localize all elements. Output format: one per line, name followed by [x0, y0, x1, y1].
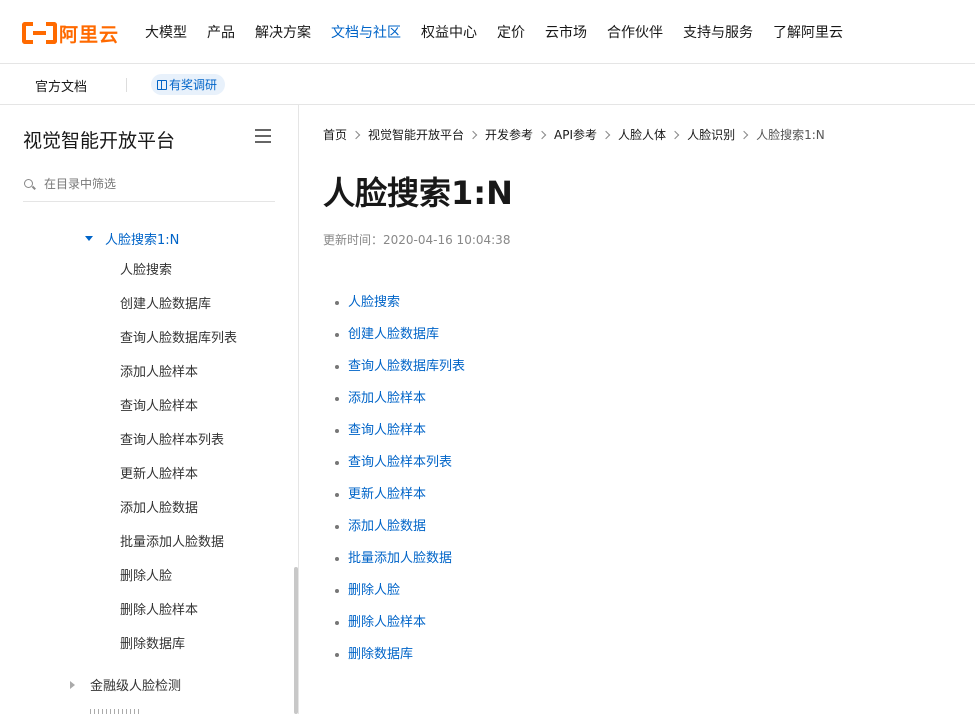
sidebar-item-label: 金融级人脸检测: [90, 679, 182, 694]
filter-input[interactable]: [44, 174, 264, 194]
nav-item[interactable]: 文档与社区: [331, 22, 401, 42]
api-link[interactable]: 人脸搜索: [334, 287, 465, 319]
breadcrumb-link[interactable]: 人脸人体: [618, 126, 666, 143]
api-link[interactable]: 查询人脸样本列表: [334, 447, 465, 479]
logo-text: 阿里云: [59, 23, 120, 46]
sidebar: 视觉智能开放平台 人脸搜索1:N 人脸搜索创建人脸数据库查询人脸数据库列表添加人…: [0, 105, 299, 714]
sidebar-item[interactable]: 添加人脸数据: [120, 492, 237, 526]
breadcrumb-link: 人脸搜索1:N: [756, 128, 825, 142]
api-link[interactable]: 添加人脸样本: [334, 383, 465, 415]
sidebar-item[interactable]: 添加人脸样本: [120, 356, 237, 390]
nav-item[interactable]: 权益中心: [421, 22, 477, 42]
nav-item[interactable]: 产品: [207, 22, 235, 42]
main-menu: 大模型 产品 解决方案 文档与社区 权益中心 定价 云市场 合作伙伴 支持与服务 了解阿里云: [145, 0, 863, 64]
directory-filter: [23, 171, 275, 202]
api-link[interactable]: 更新人脸样本: [334, 479, 465, 511]
chevron-right-icon: [537, 130, 547, 139]
caret-right-icon[interactable]: [70, 680, 75, 689]
sidebar-item[interactable]: 更新人脸样本: [120, 458, 237, 492]
page-title: 人脸搜索1:N: [323, 174, 513, 212]
aliyun-logo[interactable]: 阿里云: [22, 21, 120, 46]
aliyun-logo-icon: [22, 22, 57, 44]
hamburger-icon[interactable]: [255, 129, 271, 143]
chevron-right-icon: [351, 130, 361, 139]
top-navigation: 阿里云 大模型 产品 解决方案 文档与社区 权益中心 定价 云市场 合作伙伴 支持与服务 了解阿里…: [0, 0, 975, 64]
api-link-list: 人脸搜索 创建人脸数据库 查询人脸数据库列表 添加人脸样本 查询人脸样本 查询人脸样本列表…: [334, 287, 465, 671]
api-link[interactable]: 查询人脸样本: [334, 415, 465, 447]
sidebar-item[interactable]: 创建人脸数据库: [120, 288, 237, 322]
breadcrumb: 首页 视觉智能开放平台 开发参考 API参考 人脸人体 人脸识别 人脸搜索1:N: [323, 126, 825, 143]
nav-item[interactable]: 支持与服务: [683, 22, 753, 42]
nav-item[interactable]: 合作伙伴: [607, 22, 663, 42]
chevron-right-icon: [739, 130, 749, 139]
sidebar-scrollbar[interactable]: [294, 567, 298, 714]
main-content: 首页 视觉智能开放平台 开发参考 API参考 人脸人体 人脸识别 人脸搜索1:N 人脸搜索1…: [300, 105, 975, 714]
sidebar-item[interactable]: 删除人脸样本: [120, 594, 237, 628]
sidebar-item-collapsed[interactable]: 金融级人脸检测: [70, 675, 181, 694]
api-link[interactable]: 删除人脸: [334, 575, 465, 607]
sidebar-item[interactable]: 查询人脸数据库列表: [120, 322, 237, 356]
breadcrumb-link[interactable]: 开发参考: [485, 126, 533, 143]
sidebar-item[interactable]: 删除数据库: [120, 628, 237, 662]
breadcrumb-link[interactable]: 首页: [323, 126, 347, 143]
updated-time: 更新时间：2020-04-16 10:04:38: [323, 233, 511, 247]
sidebar-item[interactable]: 人脸搜索: [120, 254, 237, 288]
chevron-right-icon: [468, 130, 478, 139]
sidebar-list: 人脸搜索 创建人脸数据库 查询人脸数据库列表 添加人脸样本 查询人脸样本 查询人脸样本列表…: [120, 254, 237, 662]
sidebar-item[interactable]: 查询人脸样本列表: [120, 424, 237, 458]
nav-item[interactable]: 云市场: [545, 22, 587, 42]
chevron-right-icon: [601, 130, 611, 139]
nav-item[interactable]: 定价: [497, 22, 525, 42]
survey-button[interactable]: 有奖调研: [151, 74, 226, 95]
sidebar-title[interactable]: 视觉智能开放平台: [23, 126, 175, 153]
sidebar-item[interactable]: 查询人脸样本: [120, 390, 237, 424]
survey-label: 有奖调研: [169, 78, 218, 92]
nav-item[interactable]: 大模型: [145, 22, 187, 42]
api-link[interactable]: 添加人脸数据: [334, 511, 465, 543]
nav-item[interactable]: 解决方案: [255, 22, 311, 42]
breadcrumb-link[interactable]: 视觉智能开放平台: [368, 126, 464, 143]
sidebar-item[interactable]: 删除人脸: [120, 560, 237, 594]
divider: [126, 78, 127, 92]
nav-item[interactable]: 了解阿里云: [773, 22, 843, 42]
api-link[interactable]: 创建人脸数据库: [334, 319, 465, 351]
breadcrumb-link[interactable]: API参考: [554, 126, 597, 143]
api-link[interactable]: 删除数据库: [334, 639, 465, 671]
api-link[interactable]: 查询人脸数据库列表: [334, 351, 465, 383]
caret-down-icon[interactable]: [85, 236, 93, 241]
search-icon: [24, 179, 33, 188]
sidebar-item-clipped: [90, 708, 150, 714]
breadcrumb-link[interactable]: 人脸识别: [687, 126, 735, 143]
official-docs-link[interactable]: 官方文档: [35, 76, 87, 95]
sub-navigation: 官方文档 有奖调研: [0, 65, 975, 105]
sidebar-item-label: 人脸搜索1:N: [105, 233, 180, 248]
sidebar-item-active[interactable]: 人脸搜索1:N: [85, 229, 179, 248]
gift-icon: [157, 79, 167, 90]
api-link[interactable]: 批量添加人脸数据: [334, 543, 465, 575]
sidebar-item[interactable]: 批量添加人脸数据: [120, 526, 237, 560]
chevron-right-icon: [670, 130, 680, 139]
api-link[interactable]: 删除人脸样本: [334, 607, 465, 639]
